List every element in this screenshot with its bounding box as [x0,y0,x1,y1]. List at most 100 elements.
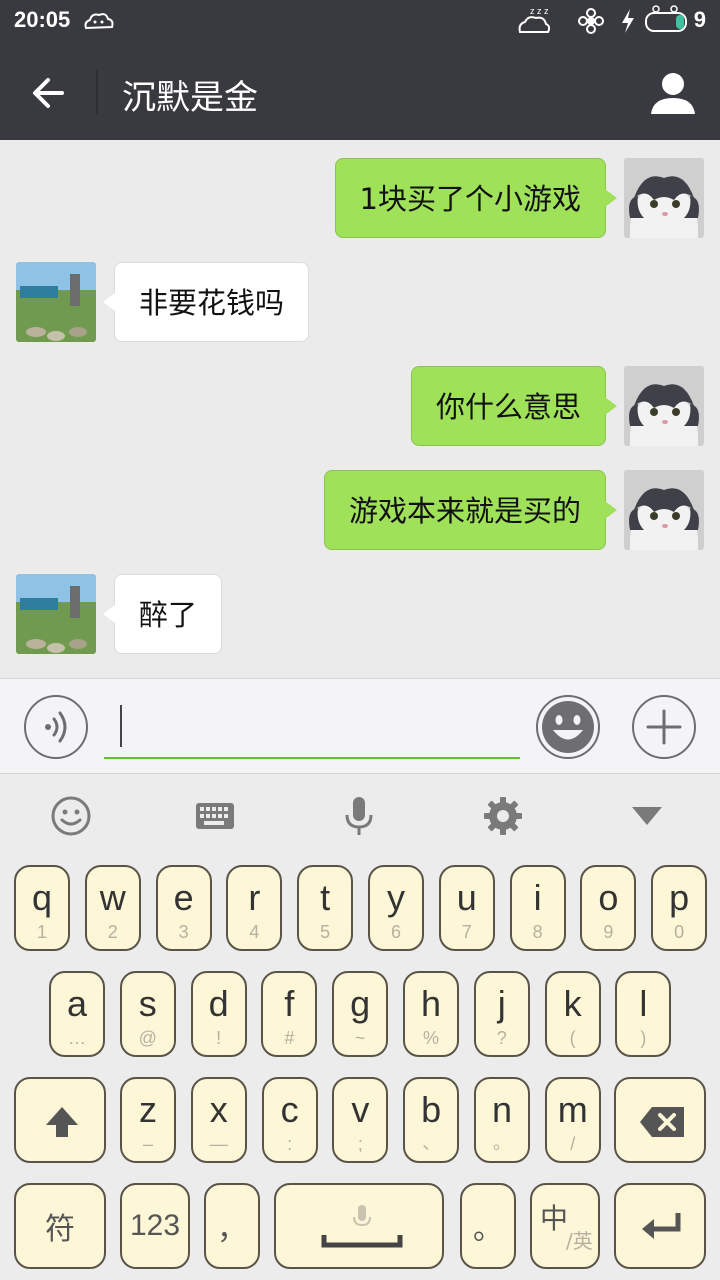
more-button[interactable] [632,695,696,759]
key-t-cap[interactable]: t5 [297,865,354,951]
key-y-cap[interactable]: y6 [368,865,424,951]
key-h[interactable]: h% [401,963,461,1057]
key-r[interactable]: r4 [224,857,285,951]
key-s-cap[interactable]: s @ [119,971,176,1057]
symbols-key[interactable]: 符 [12,1175,108,1269]
key-z-cap[interactable]: z – [120,1077,176,1163]
emoji-button[interactable] [536,695,600,759]
key-q[interactable]: q1 [12,857,72,951]
key-l[interactable]: l) [613,963,674,1057]
key-a[interactable]: a… [47,963,107,1057]
key-y[interactable]: y6 [366,857,426,951]
enter-key-cap[interactable] [614,1183,706,1269]
key-w-cap[interactable]: w2 [84,865,141,951]
key-p-cap[interactable]: p0 [651,865,708,951]
key-c-cap[interactable]: c: [261,1077,318,1163]
key-sublabel: ? [496,1028,507,1048]
key-e-cap[interactable]: e3 [155,865,212,951]
key-g[interactable]: g ~ [330,963,391,1057]
key-label: u [456,877,477,918]
message-bubble-sent[interactable]: 1块买了个小游戏 [334,158,618,238]
key-f-cap[interactable]: f # [261,971,318,1057]
key-q-cap[interactable]: q1 [14,865,70,951]
key-n-cap[interactable]: n。 [474,1077,530,1163]
key-w[interactable]: w2 [82,857,143,951]
key-label: q [31,877,53,918]
key-k-cap[interactable]: k( [544,971,601,1057]
key-x-cap[interactable]: x — [190,1077,247,1163]
key-label: ， [217,1213,247,1246]
voice-button[interactable] [24,695,88,759]
message-bubble-sent[interactable]: 游戏本来就是买的 [323,470,618,550]
my-avatar[interactable] [624,158,704,238]
key-u[interactable]: u7 [436,857,497,951]
title-divider [96,69,98,115]
key-l-cap[interactable]: l) [615,971,672,1057]
key-x[interactable]: x — [188,1069,249,1163]
key-m[interactable]: m / [542,1069,603,1163]
key-b-cap[interactable]: b、 [403,1077,460,1163]
key-d[interactable]: d! [188,963,249,1057]
language-switch-key[interactable]: 中/英 [528,1175,602,1269]
key-k[interactable]: k( [542,963,603,1057]
microphone-icon[interactable] [338,795,380,837]
key-e[interactable]: e3 [153,857,214,951]
key-t[interactable]: t5 [295,857,356,951]
key-label: t [320,877,331,918]
message-input[interactable] [104,701,520,759]
language-switch-key-cap[interactable]: 中/英 [530,1183,600,1269]
symbols-key-cap[interactable]: 符 [14,1183,106,1269]
key-v[interactable]: v; [330,1069,391,1163]
key-g-cap[interactable]: g ~ [332,971,389,1057]
voice-icon [45,711,67,743]
message-list[interactable]: 1块买了个小游戏 非要花钱吗 你什么意思 游戏本来就是买的 醉了 [0,140,720,678]
key-d-cap[interactable]: d! [190,971,247,1057]
chat-title: 沉默是金 [122,78,258,118]
period-key[interactable]: 。 [458,1175,518,1269]
gear-icon[interactable] [482,795,524,837]
key-s[interactable]: s @ [117,963,178,1057]
key-n[interactable]: n。 [472,1069,532,1163]
key-h-cap[interactable]: h% [403,971,459,1057]
key-a-cap[interactable]: a… [49,971,105,1057]
key-j[interactable]: j? [471,963,532,1057]
shift-key-cap[interactable] [14,1077,106,1163]
numbers-key[interactable]: 123 [118,1175,192,1269]
key-u-cap[interactable]: u7 [438,865,495,951]
enter-key[interactable] [612,1175,708,1269]
space-key[interactable] [272,1175,446,1269]
comma-key[interactable]: ， [202,1175,262,1269]
keyboard-icon[interactable] [194,795,236,837]
comma-key-cap[interactable]: ， [204,1183,260,1269]
key-c[interactable]: c: [259,1069,320,1163]
key-r-cap[interactable]: r4 [226,865,283,951]
arrow-left-icon[interactable] [22,66,76,120]
key-o[interactable]: o9 [578,857,639,951]
key-p[interactable]: p0 [649,857,710,951]
backspace-key[interactable] [612,1069,708,1163]
contact-avatar[interactable] [16,262,96,342]
message-bubble-received[interactable]: 非要花钱吗 [102,262,310,342]
period-key-cap[interactable]: 。 [460,1183,516,1269]
key-f[interactable]: f # [259,963,320,1057]
message-bubble-received[interactable]: 醉了 [102,574,223,654]
collapse-icon[interactable] [626,795,668,837]
key-v-cap[interactable]: v; [332,1077,389,1163]
key-m-cap[interactable]: m / [544,1077,601,1163]
key-o-cap[interactable]: o9 [580,865,637,951]
backspace-key-cap[interactable] [614,1077,706,1163]
key-b[interactable]: b、 [401,1069,462,1163]
key-z[interactable]: z – [118,1069,178,1163]
contact-avatar[interactable] [16,574,96,654]
key-i[interactable]: i8 [507,857,568,951]
emoji-icon[interactable] [50,795,92,837]
space-key-cap[interactable] [274,1183,444,1269]
key-i-cap[interactable]: i8 [509,865,566,951]
shift-key[interactable] [12,1069,108,1163]
key-j-cap[interactable]: j? [473,971,530,1057]
message-bubble-sent[interactable]: 你什么意思 [410,366,618,446]
person-icon[interactable] [648,68,698,118]
my-avatar[interactable] [624,470,704,550]
my-avatar[interactable] [624,366,704,446]
numbers-key-cap[interactable]: 123 [120,1183,190,1269]
